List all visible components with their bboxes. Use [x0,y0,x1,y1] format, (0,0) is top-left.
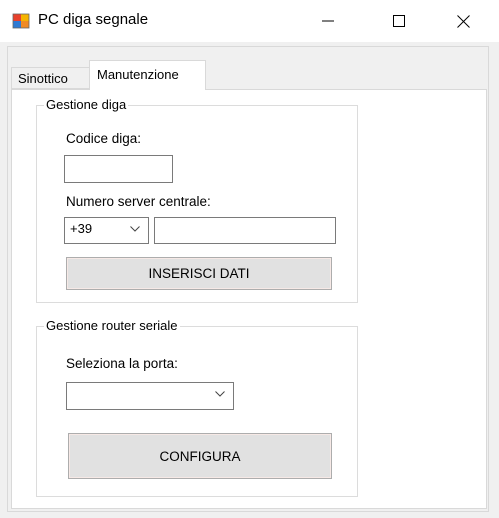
numero-server-input[interactable] [154,217,336,244]
chevron-down-icon [215,391,225,397]
app-window-icon [12,13,30,29]
group-gestione-router-legend: Gestione router seriale [44,318,180,333]
seleziona-porta-label: Seleziona la porta: [66,356,178,371]
chevron-down-icon [130,226,140,232]
maximize-button[interactable] [376,0,422,42]
tab-page-manutenzione: Gestione diga Codice diga: Numero server… [11,89,487,509]
close-icon [456,14,470,28]
title-bar: PC diga segnale [0,0,499,42]
minimize-icon [322,20,334,22]
minimize-button[interactable] [305,0,351,42]
codice-diga-label: Codice diga: [66,131,142,146]
maximize-icon [393,15,405,27]
configura-button[interactable]: CONFIGURA [68,433,332,479]
codice-diga-input[interactable] [64,155,173,183]
numero-server-label: Numero server centrale: [66,194,211,209]
group-gestione-router: Gestione router seriale Seleziona la por… [36,318,358,497]
country-prefix-dropdown[interactable]: +39 [64,217,149,244]
group-gestione-diga: Gestione diga Codice diga: Numero server… [36,97,358,303]
country-prefix-value: +39 [70,221,93,236]
close-button[interactable] [440,0,486,42]
tab-manutenzione[interactable]: Manutenzione [89,60,206,90]
tab-sinottico[interactable]: Sinottico [11,67,91,89]
inserisci-dati-button[interactable]: INSERISCI DATI [66,257,332,290]
window-title: PC diga segnale [38,11,149,28]
group-gestione-diga-legend: Gestione diga [44,97,129,112]
porta-dropdown[interactable] [66,382,234,410]
